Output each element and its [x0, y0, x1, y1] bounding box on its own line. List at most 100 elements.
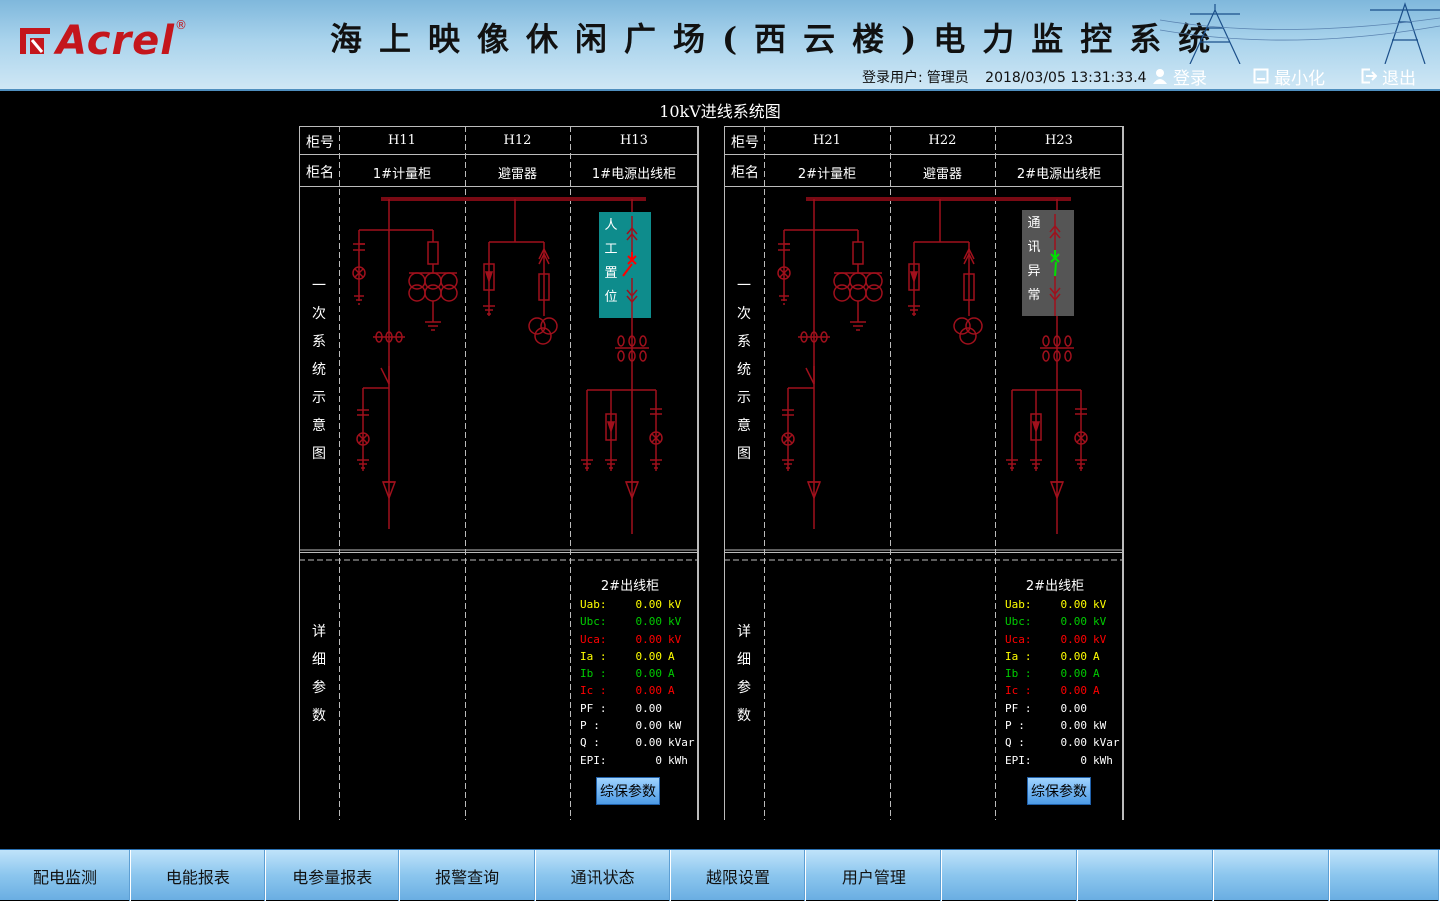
- param-row: P : 0.00 kW: [580, 719, 695, 736]
- cabinet-no-h13: H13: [620, 133, 648, 148]
- params-list: Uab: 0.00 kV Ubc: 0.00 kV Uca: 0.00 kV Ia :0.00 A I…: [1005, 598, 1120, 771]
- param-label: PF :: [580, 701, 607, 715]
- bottom-nav: 配电监测 电能报表 电参量报表 报警查询 通讯状态 越限设置 用户管理: [0, 849, 1440, 901]
- param-row: Ubc: 0.00 kV: [580, 615, 695, 632]
- details-row-label: 详 细 参 数: [737, 624, 751, 724]
- nav-item-6[interactable]: 越限设置: [671, 850, 807, 901]
- param-label: Ubc:: [1005, 615, 1032, 629]
- nav-item-11[interactable]: [1330, 850, 1440, 901]
- param-value: 0.00: [635, 632, 663, 646]
- param-row: Ubc: 0.00 kV: [1005, 615, 1120, 632]
- login-button[interactable]: 登录: [1152, 64, 1207, 89]
- param-unit: kVar: [668, 736, 695, 750]
- param-label: Ib :: [580, 667, 607, 681]
- current-datetime: 2018/03/05 13:31:33.4: [985, 70, 1147, 86]
- param-label: Ic :: [580, 684, 607, 698]
- circuit-breaker-icon: [622, 216, 638, 318]
- login-info: 登录用户: 管理员 2018/03/05 13:31:33.4: [862, 67, 1159, 87]
- param-row: Ia : 0.00 A: [580, 650, 695, 667]
- param-value: 0.00: [635, 719, 663, 733]
- param-value: 0.00: [1060, 684, 1088, 698]
- param-label: Q :: [1005, 736, 1025, 750]
- cabinet-no-h21: H21: [813, 133, 841, 148]
- nav-item-4[interactable]: 报警查询: [400, 850, 536, 901]
- nav-item-3[interactable]: 电参量报表: [266, 850, 400, 901]
- param-label: EPI:: [1005, 753, 1032, 767]
- app-title: 海上映像休闲广场(西云楼)电力监控系统: [330, 20, 1228, 58]
- params-title: 2#出线柜: [1025, 579, 1085, 594]
- param-label: Ic :: [1005, 684, 1032, 698]
- page-title: 10kV进线系统图: [659, 102, 781, 121]
- cabinet-panel-1: 柜号 柜名 H11 1#计量柜 H12 避雷器 H13 1#电源出线柜一 次 系 统 示 意 …: [299, 126, 699, 820]
- cabinet-name-h13: 1#电源出线柜: [591, 167, 677, 182]
- circuit-breaker-icon: [1049, 214, 1061, 316]
- param-unit: A: [1093, 684, 1100, 698]
- param-unit: kV: [1093, 598, 1107, 611]
- param-row: EPI: 0 kWh: [580, 754, 695, 771]
- param-label: Ib :: [1005, 667, 1032, 681]
- param-unit: A: [668, 649, 675, 663]
- param-row: Uab: 0.00 kV: [580, 598, 695, 615]
- nav-item-5[interactable]: 通讯状态: [536, 850, 671, 901]
- breaker-status-box[interactable]: 通 讯 异 常: [1022, 210, 1074, 316]
- param-value: 0.00: [1060, 719, 1088, 733]
- param-value: 0.00: [1060, 598, 1088, 611]
- param-unit: kW: [668, 719, 682, 733]
- minimize-button-label: 最小化: [1274, 68, 1325, 89]
- nav-item-7[interactable]: 用户管理: [806, 850, 943, 901]
- nav-item-1[interactable]: 配电监测: [0, 850, 131, 901]
- param-row: Ib : 0.00 A: [1005, 667, 1120, 684]
- param-label: P :: [580, 719, 600, 733]
- cabinet-name-label: 柜名: [731, 165, 759, 181]
- nav-item-10[interactable]: [1214, 850, 1331, 901]
- cabinet-panel-2: 柜号 柜名 H21 2#计量柜 H22 避雷器 H23 2#电源出线柜一 次 系 统 示 意 …: [724, 126, 1124, 820]
- param-row: Uab: 0.00 kV: [1005, 598, 1120, 615]
- param-unit: kW: [1093, 719, 1107, 733]
- param-label: Uca:: [1005, 632, 1032, 646]
- param-value: 0.00: [1060, 736, 1088, 750]
- param-row: Q : 0.00 kVar: [580, 736, 695, 753]
- param-row: Ic : 0.00 A: [1005, 684, 1120, 701]
- param-value: 0.00: [635, 649, 663, 663]
- nav-item-2[interactable]: 电能报表: [131, 850, 266, 901]
- param-label: Ia :: [1005, 649, 1032, 663]
- brand-reg-mark: ®: [175, 18, 188, 32]
- param-unit: kV: [1093, 615, 1107, 629]
- param-label: Uca:: [580, 632, 607, 646]
- param-unit: kV: [668, 615, 682, 629]
- cabinet-no-label: 柜号: [306, 135, 334, 151]
- power-tower-image: [1160, 2, 1440, 64]
- param-value: 0: [655, 753, 662, 767]
- param-unit: A: [1093, 667, 1100, 681]
- cabinet-name-h12: 避雷器: [497, 167, 537, 182]
- login-user-name: 管理员: [926, 70, 969, 86]
- brand-name: Acrel: [56, 18, 176, 64]
- minimize-button[interactable]: 最小化: [1253, 64, 1325, 89]
- nav-item-8[interactable]: [942, 850, 1079, 901]
- param-unit: kV: [1093, 632, 1107, 646]
- cabinet-name-h11: 1#计量柜: [372, 167, 432, 182]
- param-unit: kWh: [668, 753, 688, 767]
- param-unit: A: [668, 684, 675, 698]
- nav-item-9[interactable]: [1078, 850, 1215, 901]
- param-value: 0.00: [1060, 632, 1088, 646]
- details-row-label: 详 细 参 数: [312, 624, 326, 724]
- param-unit: kVar: [1093, 736, 1120, 750]
- cabinet-no-h12: H12: [503, 133, 532, 148]
- exit-button[interactable]: 退出: [1361, 64, 1416, 89]
- protection-params-button[interactable]: 综保参数: [1027, 777, 1091, 805]
- protection-params-button[interactable]: 综保参数: [596, 777, 660, 805]
- param-label: Ubc:: [580, 615, 607, 629]
- param-value: 0: [1080, 753, 1087, 767]
- param-value: 0.00: [635, 615, 663, 629]
- param-value: 0.00: [1060, 649, 1088, 663]
- param-row: Uca: 0.00 kV: [580, 633, 695, 650]
- cabinet-name-h21: 2#计量柜: [797, 167, 857, 182]
- header: Acrel ® 海上映像休闲广场(西云楼)电力监控系统 登录用户: 管理员 201…: [0, 0, 1440, 91]
- params-list: Uab: 0.00 kV Ubc: 0.00 kV Uca: 0.00 kV Ia :0.00 A I…: [580, 598, 695, 771]
- param-value: 0.00: [1060, 615, 1088, 629]
- param-value: 0.00: [635, 736, 663, 750]
- breaker-status-box[interactable]: 人 工 置 位: [599, 212, 651, 318]
- param-label: Ia :: [580, 649, 607, 663]
- param-label: P :: [1005, 719, 1025, 733]
